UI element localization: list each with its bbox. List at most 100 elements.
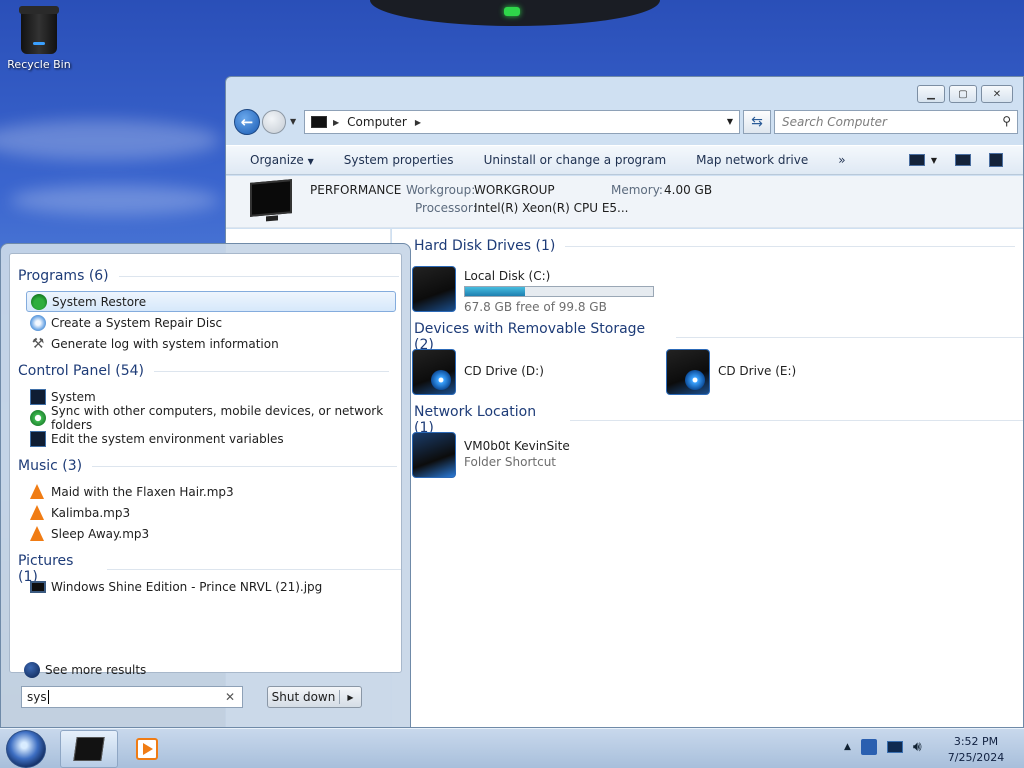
result-music-file[interactable]: Sleep Away.mp3 [26,523,396,544]
result-music-file[interactable]: Maid with the Flaxen Hair.mp3 [26,481,396,502]
network-item-name: VM0b0t KevinSite [464,439,570,453]
cd-drive-name: CD Drive (D:) [464,364,544,378]
search-results-list: Programs (6) System Restore Create a Sys… [9,253,402,678]
play-icon [143,743,153,755]
refresh-button[interactable]: ⇆ [743,110,771,134]
system-icon [30,430,46,447]
result-generate-log[interactable]: ⚒ Generate log with system information [26,333,396,354]
picture-icon [30,580,46,593]
tools-icon: ⚒ [31,335,45,352]
view-icon [908,154,925,166]
group-header-network-location[interactable]: Network Location (1) [414,404,1023,436]
network-folder-icon [412,432,456,478]
network-icon[interactable] [886,741,903,753]
search-input[interactable]: Search Computer ⚲ [774,110,1018,134]
address-bar[interactable]: ▶ Computer ▶ ▼ [304,110,740,134]
drive-free-space: 67.8 GB free of 99.8 GB [464,300,607,314]
breadcrumb-separator-icon[interactable]: ▶ [415,118,421,127]
processor-value: Intel(R) Xeon(R) CPU E5... [474,201,629,215]
address-dropdown-icon[interactable]: ▼ [727,117,733,126]
system-restore-icon [31,293,47,310]
close-button[interactable]: ✕ [981,85,1013,103]
shutdown-button[interactable]: Shut down [268,690,340,704]
change-view-button[interactable]: ▼ [908,154,937,166]
result-picture-file[interactable]: Windows Shine Edition - Prince NRVL (21)… [26,576,396,597]
result-sync-center[interactable]: Sync with other computers, mobile device… [26,404,396,432]
search-icon[interactable]: ⚲ [1002,114,1011,128]
repair-disc-icon [30,314,46,331]
breadcrumb-computer[interactable]: Computer [347,115,407,129]
start-search-input[interactable]: sys ✕ [21,686,243,708]
command-bar: Organize ▼ System properties Uninstall o… [226,145,1023,175]
system-properties-button[interactable]: System properties [344,153,454,167]
chevron-down-icon: ▼ [307,157,314,166]
taskbar: ▲ 🔊︎ 3:52 PM 7/25/2024 [0,728,1024,768]
volume-icon[interactable]: 🔊︎ [913,739,929,755]
workgroup-label: Workgroup: [406,183,476,197]
start-button[interactable] [6,730,46,768]
recycle-bin-desktop-icon[interactable]: Recycle Bin [6,4,72,71]
processor-label: Processor: [415,201,477,215]
forward-button[interactable] [262,110,286,134]
hard-drive-icon [412,266,456,312]
workgroup-value: WORKGROUP [474,183,555,197]
chevron-down-icon: ▼ [930,155,937,165]
category-programs[interactable]: Programs (6) [18,268,399,284]
result-system-repair-disc[interactable]: Create a System Repair Disc [26,312,396,333]
taskbar-media-player-button[interactable] [136,738,158,760]
cd-drive-icon [412,349,456,395]
organize-button[interactable]: Organize ▼ [250,153,314,167]
drive-name: Local Disk (C:) [464,269,551,283]
minimize-button[interactable]: ▁ [917,85,945,103]
result-environment-variables[interactable]: Edit the system environment variables [26,428,396,449]
content-pane: Hard Disk Drives (1) Local Disk (C:) 67.… [392,229,1023,727]
details-pane: PERFORMANCE Workgroup: WORKGROUP Memory:… [226,176,1023,228]
show-hidden-icons-icon[interactable]: ▲ [844,742,851,752]
result-music-file[interactable]: Kalimba.mp3 [26,502,396,523]
see-more-results-link[interactable]: See more results [24,662,146,678]
clock-time: 3:52 PM [953,735,999,748]
text-caret [47,690,49,704]
action-center-icon[interactable] [860,739,877,755]
group-header-removable-storage[interactable]: Devices with Removable Storage (2) [414,321,1023,353]
category-control-panel[interactable]: Control Panel (54) [18,363,390,379]
category-music[interactable]: Music (3) [18,458,398,474]
recent-pages-dropdown[interactable]: ▼ [290,117,296,126]
drive-usage-fill [465,287,526,296]
explorer-icon [73,737,105,761]
disc-icon [685,370,705,390]
taskbar-explorer-button[interactable] [60,730,118,768]
breadcrumb-separator-icon[interactable]: ▶ [333,118,339,127]
preview-pane-icon[interactable] [955,154,971,166]
map-network-drive-button[interactable]: Map network drive [696,153,808,167]
computer-monitor-icon [250,179,292,217]
vlc-icon [30,526,44,541]
view-controls: ▼ [908,153,1003,167]
wallpaper-cloud [10,185,220,215]
shutdown-options-arrow-icon[interactable]: ▶ [340,693,361,702]
start-menu: Programs (6) System Restore Create a Sys… [0,243,411,728]
sync-icon [30,409,46,426]
uninstall-program-button[interactable]: Uninstall or change a program [484,153,667,167]
system-icon [30,388,46,405]
clock[interactable]: 3:52 PM 7/25/2024 [936,734,1016,766]
result-system-restore[interactable]: System Restore [26,291,396,312]
maximize-button[interactable]: ▢ [949,85,977,103]
more-commands-button[interactable]: » [838,153,845,167]
gadget-led-icon [504,7,520,16]
memory-value: 4.00 GB [664,183,713,197]
computer-icon [311,116,327,128]
recycle-bin-icon [19,6,59,54]
back-arrow-icon: ← [240,113,254,131]
start-search-value: sys [27,690,47,704]
cd-drive-name: CD Drive (E:) [718,364,797,378]
help-icon[interactable] [989,153,1003,167]
search-placeholder: Search Computer [782,115,887,129]
group-header-hard-disk-drives[interactable]: Hard Disk Drives (1) [414,238,1016,254]
disc-icon [431,370,451,390]
back-button[interactable]: ← [234,109,260,135]
window-controls: ▁ ▢ ✕ [917,85,1013,103]
clear-search-icon[interactable]: ✕ [225,690,235,704]
vlc-icon [30,484,44,499]
top-gadget [370,0,660,26]
